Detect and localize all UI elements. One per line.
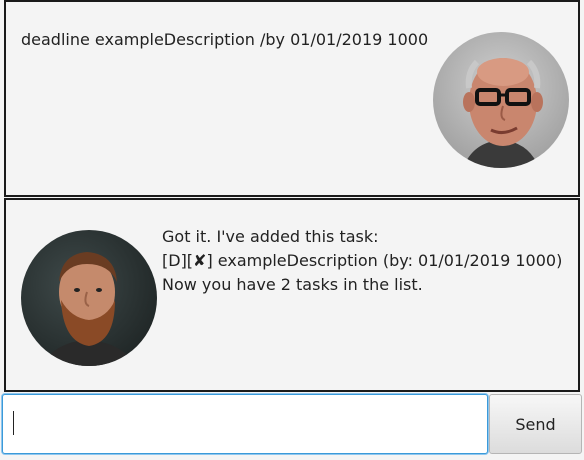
bot-avatar-icon <box>21 230 157 366</box>
send-button[interactable]: Send <box>489 394 582 454</box>
chat-window: deadline exampleDescription /by 01/01/20… <box>0 0 584 460</box>
input-bar: Send <box>0 392 584 460</box>
user-avatar-icon <box>433 32 569 168</box>
bot-dialog-box: Got it. I've added this task: [D][✘] exa… <box>4 198 580 392</box>
user-dialog-box: deadline exampleDescription /by 01/01/20… <box>4 0 580 197</box>
bot-message-text: Got it. I've added this task: [D][✘] exa… <box>162 227 563 294</box>
text-caret <box>13 411 14 435</box>
command-input[interactable] <box>2 394 488 454</box>
user-message-text: deadline exampleDescription /by 01/01/20… <box>21 30 429 49</box>
